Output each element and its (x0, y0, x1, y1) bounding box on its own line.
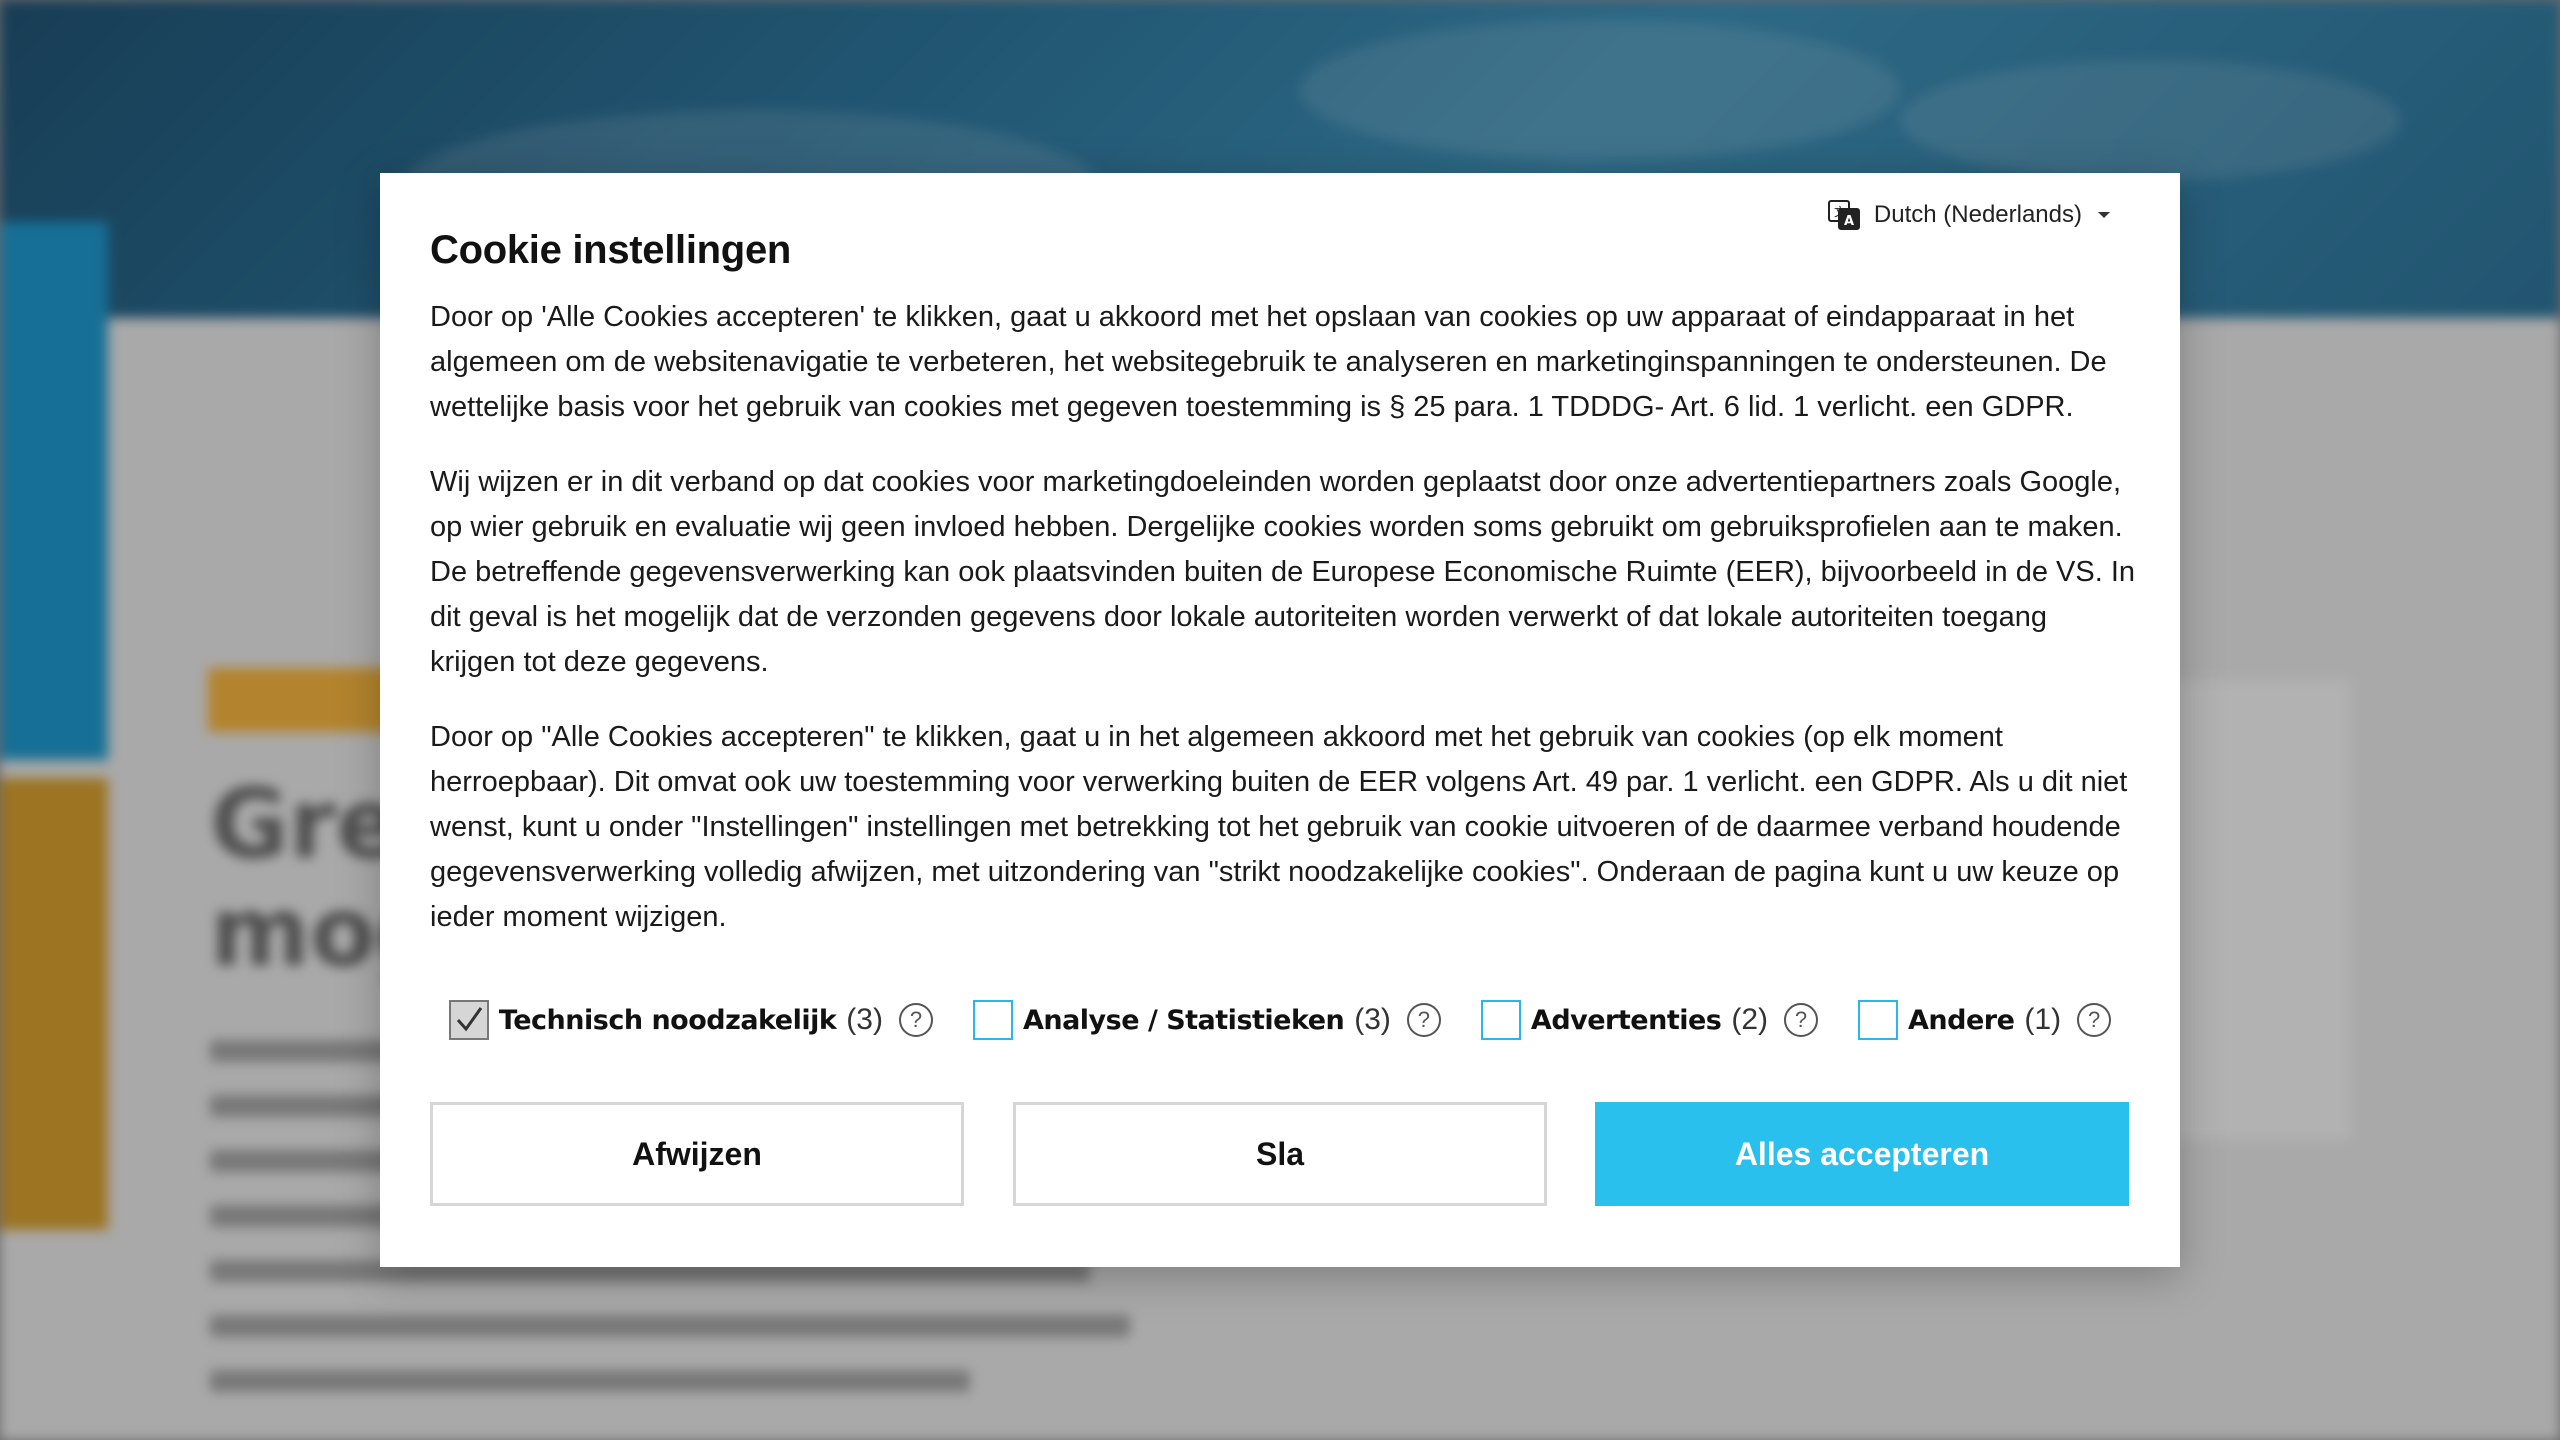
chevron-down-icon (2098, 212, 2110, 218)
cookie-settings-dialog: 文 A Dutch (Nederlands) Cookie instelling… (380, 173, 2180, 1267)
help-icon[interactable]: ? (898, 1003, 933, 1037)
language-selector[interactable]: 文 A Dutch (Nederlands) (1826, 185, 2110, 245)
translate-icon: 文 A (1827, 200, 1860, 230)
language-label: Dutch (Nederlands) (1873, 201, 2082, 228)
checkbox[interactable] (972, 1000, 1013, 1040)
reject-button[interactable]: Afwijzen (430, 1102, 964, 1206)
cookie-category-list: Technisch noodzakelijk (3) ? Analyse / S… (380, 995, 2180, 1045)
category-count: (2) (1731, 1003, 1769, 1036)
category-label: Advertenties (1530, 1004, 1722, 1036)
checkbox[interactable] (448, 1000, 489, 1040)
help-icon[interactable]: ? (2077, 1003, 2112, 1037)
category-technisch-noodzakelijk[interactable]: Technisch noodzakelijk (3) ? (448, 1000, 933, 1040)
category-label: Technisch noodzakelijk (498, 1004, 837, 1036)
consent-paragraph-3: Door op "Alle Cookies accepteren" te kli… (430, 721, 2128, 933)
consent-paragraph-1: Door op 'Alle Cookies accepteren' te kli… (430, 301, 2107, 423)
help-icon[interactable]: ? (1406, 1003, 1441, 1037)
svg-text:A: A (1844, 214, 1854, 229)
category-label: Andere (1908, 1004, 2015, 1036)
dialog-title: Cookie instellingen (430, 228, 792, 272)
checkmark-icon (456, 1007, 483, 1032)
consent-paragraph-2: Wij wijzen er in dit verband op dat cook… (430, 466, 2136, 678)
category-analyse-statistieken[interactable]: Analyse / Statistieken (3) ? (972, 1000, 1441, 1040)
checkbox[interactable] (1480, 1000, 1521, 1040)
category-count: (3) (1354, 1003, 1391, 1036)
category-label: Analyse / Statistieken (1022, 1004, 1345, 1036)
save-button[interactable]: Sla (1013, 1102, 1547, 1206)
category-andere[interactable]: Andere (1) ? (1858, 1000, 2112, 1040)
accept-all-button[interactable]: Alles accepteren (1595, 1102, 2129, 1206)
help-icon[interactable]: ? (1784, 1003, 1819, 1037)
checkbox[interactable] (1858, 1000, 1899, 1040)
category-count: (1) (2024, 1003, 2062, 1036)
category-advertenties[interactable]: Advertenties (2) ? (1480, 1000, 1819, 1040)
category-count: (3) (846, 1003, 883, 1036)
